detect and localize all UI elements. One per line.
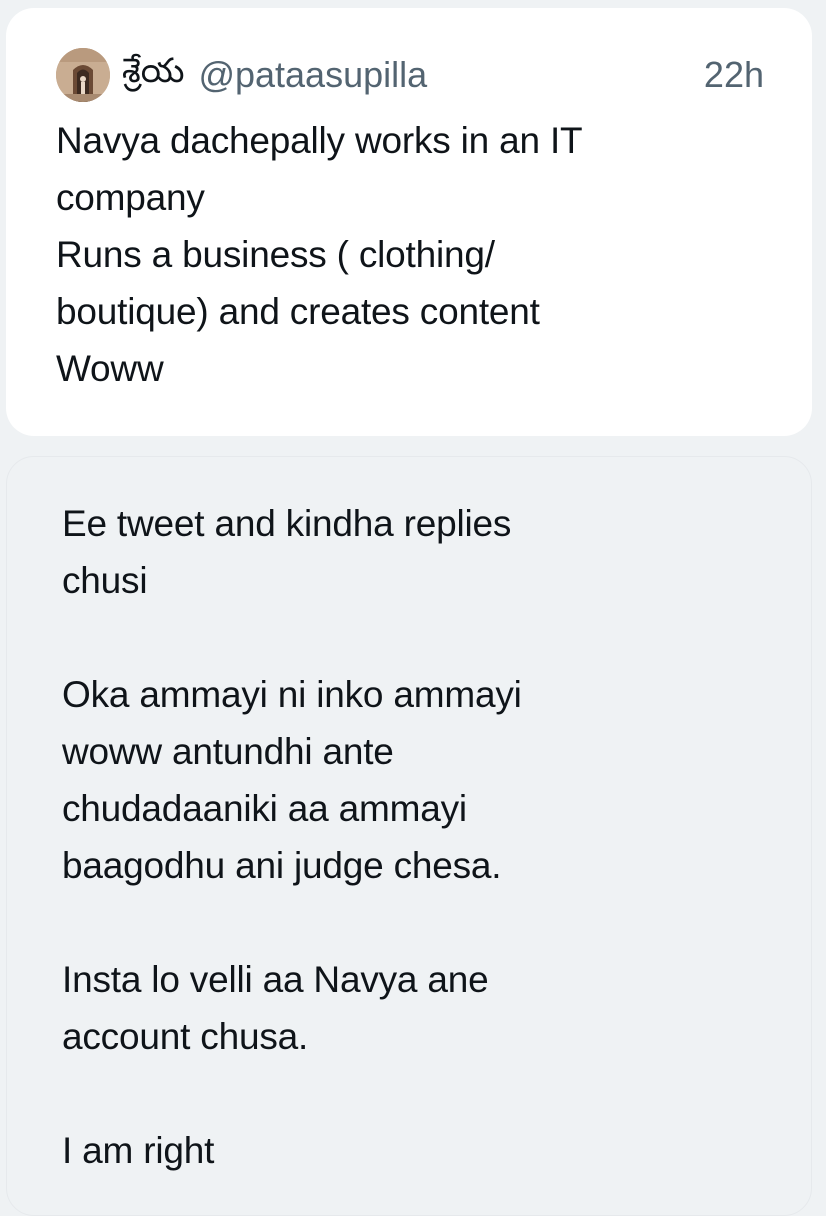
display-name[interactable]: శ్రేయ (122, 52, 184, 99)
quoted-tweet-text: Navya dachepally works in an IT company … (56, 120, 583, 389)
reply-card: Ee tweet and kindha replies chusi Oka am… (6, 456, 812, 1216)
user-handle[interactable]: @pataasupilla (198, 54, 427, 96)
profile-photo-icon[interactable] (56, 48, 110, 102)
quoted-tweet-card[interactable]: శ్రేయ @pataasupilla 22h Navya dachepally… (6, 8, 812, 436)
reply-text: Ee tweet and kindha replies chusi Oka am… (62, 503, 522, 1171)
tweet-header: శ్రేయ @pataasupilla 22h (56, 48, 764, 102)
tweet-timestamp[interactable]: 22h (704, 54, 764, 96)
